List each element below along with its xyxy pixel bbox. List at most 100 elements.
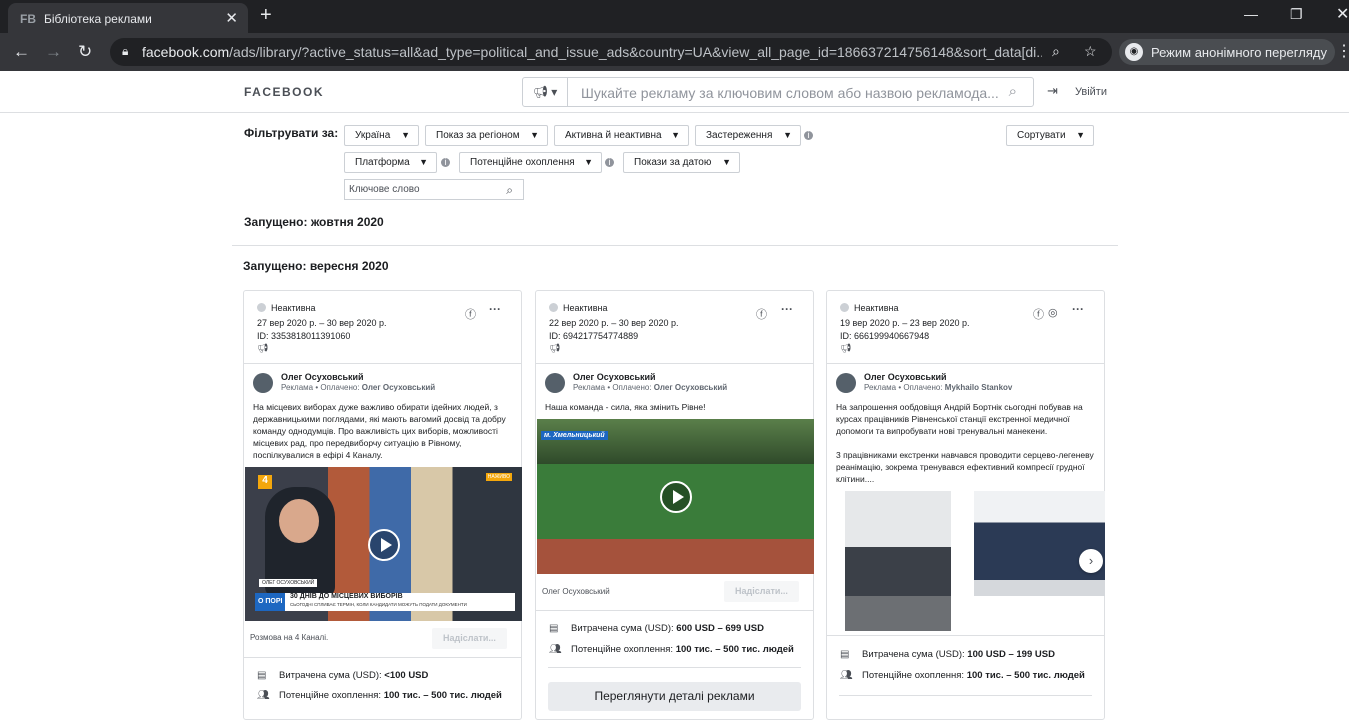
filter-reach-label: Потенційне охоплення xyxy=(470,157,575,168)
sort-button[interactable]: Сортувати ▼ xyxy=(1006,125,1094,146)
more-options-icon[interactable]: ··· xyxy=(781,302,793,316)
reach-value: 100 тис. – 500 тис. людей xyxy=(675,644,794,655)
minimize-icon[interactable]: — xyxy=(1244,6,1258,22)
zoom-icon[interactable]: ⌕ xyxy=(1052,43,1060,60)
ad-video[interactable]: м. Хмельницький xyxy=(537,419,814,574)
megaphone-icon: 📢︎ xyxy=(257,343,269,353)
advertiser-name[interactable]: Олег Осуховський xyxy=(864,372,947,382)
more-options-icon[interactable]: ··· xyxy=(489,302,501,316)
filter-disclaimer[interactable]: Застереження ▼ xyxy=(695,125,801,146)
incognito-label: Режим анонімного перегляду xyxy=(1151,44,1327,60)
window-close-icon[interactable]: ✕ xyxy=(1336,4,1349,24)
lock-icon: 🔒︎ xyxy=(122,44,129,58)
filter-status[interactable]: Активна й неактивна ▼ xyxy=(554,125,689,146)
ad-video[interactable]: 4 НАЖИВО ОЛЕГ ОСУХОВСЬКИЙ О ПОРІ 30 ДНІВ… xyxy=(245,467,522,621)
divider xyxy=(536,610,813,611)
live-badge: НАЖИВО xyxy=(485,473,512,481)
filter-platform-label: Платформа xyxy=(355,157,410,168)
filter-country[interactable]: Україна ▼ xyxy=(344,125,419,146)
sponsor-line: Реклама • Оплачено: Олег Осуховський xyxy=(281,383,435,392)
spend-row: ▤ Витрачена сума (USD): <100 USD xyxy=(257,670,428,681)
info-icon[interactable]: i xyxy=(605,158,614,167)
filter-country-label: Україна xyxy=(355,130,391,141)
play-icon[interactable] xyxy=(368,529,400,561)
advertiser-name[interactable]: Олег Осуховський xyxy=(573,372,656,382)
play-icon[interactable] xyxy=(660,481,692,513)
avatar[interactable] xyxy=(836,373,856,393)
carousel-image[interactable] xyxy=(974,491,1105,596)
incognito-badge[interactable]: ◉ Режим анонімного перегляду xyxy=(1119,39,1335,65)
view-details-button[interactable]: Переглянути деталі реклами xyxy=(548,682,801,711)
url-text[interactable]: facebook.com/ads/library/?active_status=… xyxy=(142,44,1042,60)
caret-down-icon: ▼ xyxy=(671,130,680,140)
avatar[interactable] xyxy=(253,373,273,393)
ad-dates: 27 вер 2020 р. – 30 вер 2020 р. xyxy=(257,318,387,328)
spend-icon: ▤ xyxy=(840,649,850,660)
ad-status: Неактивна xyxy=(257,303,315,313)
back-arrow-icon[interactable]: ← xyxy=(13,42,30,62)
caret-down-icon: ▼ xyxy=(584,157,593,167)
divider xyxy=(827,363,1104,364)
ad-dates: 22 вер 2020 р. – 30 вер 2020 р. xyxy=(549,318,679,328)
search-icon[interactable]: ⌕ xyxy=(1009,83,1017,100)
ad-id: ID: 666199940667948 xyxy=(840,331,930,341)
filter-dates[interactable]: Покази за датою ▼ xyxy=(623,152,740,173)
reach-label: Потенційне охоплення: xyxy=(862,670,965,681)
ad-id: ID: 694217754774889 xyxy=(549,331,639,341)
filter-region[interactable]: Показ за регіоном ▼ xyxy=(425,125,548,146)
caret-down-icon: ▼ xyxy=(419,157,428,167)
info-icon[interactable]: i xyxy=(441,158,450,167)
filter-platform[interactable]: Платформа ▼ xyxy=(344,152,437,173)
paid-by: Олег Осуховський xyxy=(653,383,728,392)
new-tab-icon[interactable]: + xyxy=(260,4,272,27)
login-icon[interactable]: ⇥ xyxy=(1047,83,1058,99)
browser-tab[interactable]: FB Бібліотека реклами ✕ xyxy=(8,3,248,33)
send-button[interactable]: Надіслати... xyxy=(724,581,799,602)
forward-arrow-icon[interactable]: → xyxy=(45,42,62,62)
address-bar[interactable]: 🔒︎ facebook.com/ads/library/?active_stat… xyxy=(110,38,1112,66)
people-icon: 👥︎ xyxy=(840,670,853,681)
info-icon[interactable]: i xyxy=(804,131,813,140)
sort-label: Сортувати xyxy=(1017,130,1066,141)
divider xyxy=(839,695,1092,696)
filter-label: Фільтрувати за: xyxy=(244,126,339,140)
carousel-image[interactable] xyxy=(845,491,951,631)
browser-menu-icon[interactable]: ⋮ xyxy=(1336,41,1349,61)
search-icon: ⌕ xyxy=(506,183,513,197)
more-options-icon[interactable]: ··· xyxy=(1072,302,1084,316)
filter-status-label: Активна й неактивна xyxy=(565,130,662,141)
keyword-placeholder: Ключове слово xyxy=(349,184,420,195)
ad-card: Неактивна 27 вер 2020 р. – 30 вер 2020 р… xyxy=(243,290,522,720)
tv-headline: 30 ДНІВ ДО МІСЦЕВИХ ВИБОРІВ xyxy=(290,593,403,600)
reload-icon[interactable]: ↻ xyxy=(78,42,92,62)
fb-header: FACEBOOK 📢︎ ▾ Шукайте рекламу за ключови… xyxy=(0,71,1349,113)
facebook-icon: ⓕ xyxy=(756,309,767,321)
chevron-down-icon: ▾ xyxy=(551,85,558,99)
reach-row: 👥︎ Потенційне охоплення: 100 тис. – 500 т… xyxy=(257,690,502,701)
advertiser-name[interactable]: Олег Осуховський xyxy=(281,372,364,382)
chevron-right-icon[interactable]: › xyxy=(1079,549,1103,573)
speaker-face xyxy=(279,499,319,543)
url-host: facebook.com xyxy=(142,44,230,60)
reach-value: 100 тис. – 500 тис. людей xyxy=(966,670,1085,681)
login-link[interactable]: Увійти xyxy=(1075,86,1107,98)
people-icon: 👥︎ xyxy=(549,644,562,655)
browser-toolbar: ← → ↻ 🔒︎ facebook.com/ads/library/?activ… xyxy=(0,33,1349,71)
search-input[interactable]: Шукайте рекламу за ключовим словом або н… xyxy=(581,85,999,101)
track xyxy=(537,539,814,574)
sponsor-prefix: Реклама • Оплачено: xyxy=(281,383,360,392)
avatar[interactable] xyxy=(545,373,565,393)
star-icon[interactable]: ☆ xyxy=(1084,43,1097,60)
keyword-input[interactable]: Ключове слово ⌕ xyxy=(344,179,524,200)
divider xyxy=(548,667,801,668)
send-button[interactable]: Надіслати... xyxy=(432,628,507,649)
ad-type-selector[interactable]: 📢︎ ▾ xyxy=(523,78,568,106)
close-icon[interactable]: ✕ xyxy=(225,9,238,27)
divider xyxy=(244,657,521,658)
spend-label: Витрачена сума (USD): xyxy=(279,670,382,681)
facebook-logo[interactable]: FACEBOOK xyxy=(244,85,324,99)
tab-title: Бібліотека реклами xyxy=(44,12,152,26)
ad-search-box[interactable]: 📢︎ ▾ Шукайте рекламу за ключовим словом … xyxy=(522,77,1034,107)
filter-reach[interactable]: Потенційне охоплення ▼ xyxy=(459,152,602,173)
restore-icon[interactable]: ❐ xyxy=(1290,6,1303,23)
